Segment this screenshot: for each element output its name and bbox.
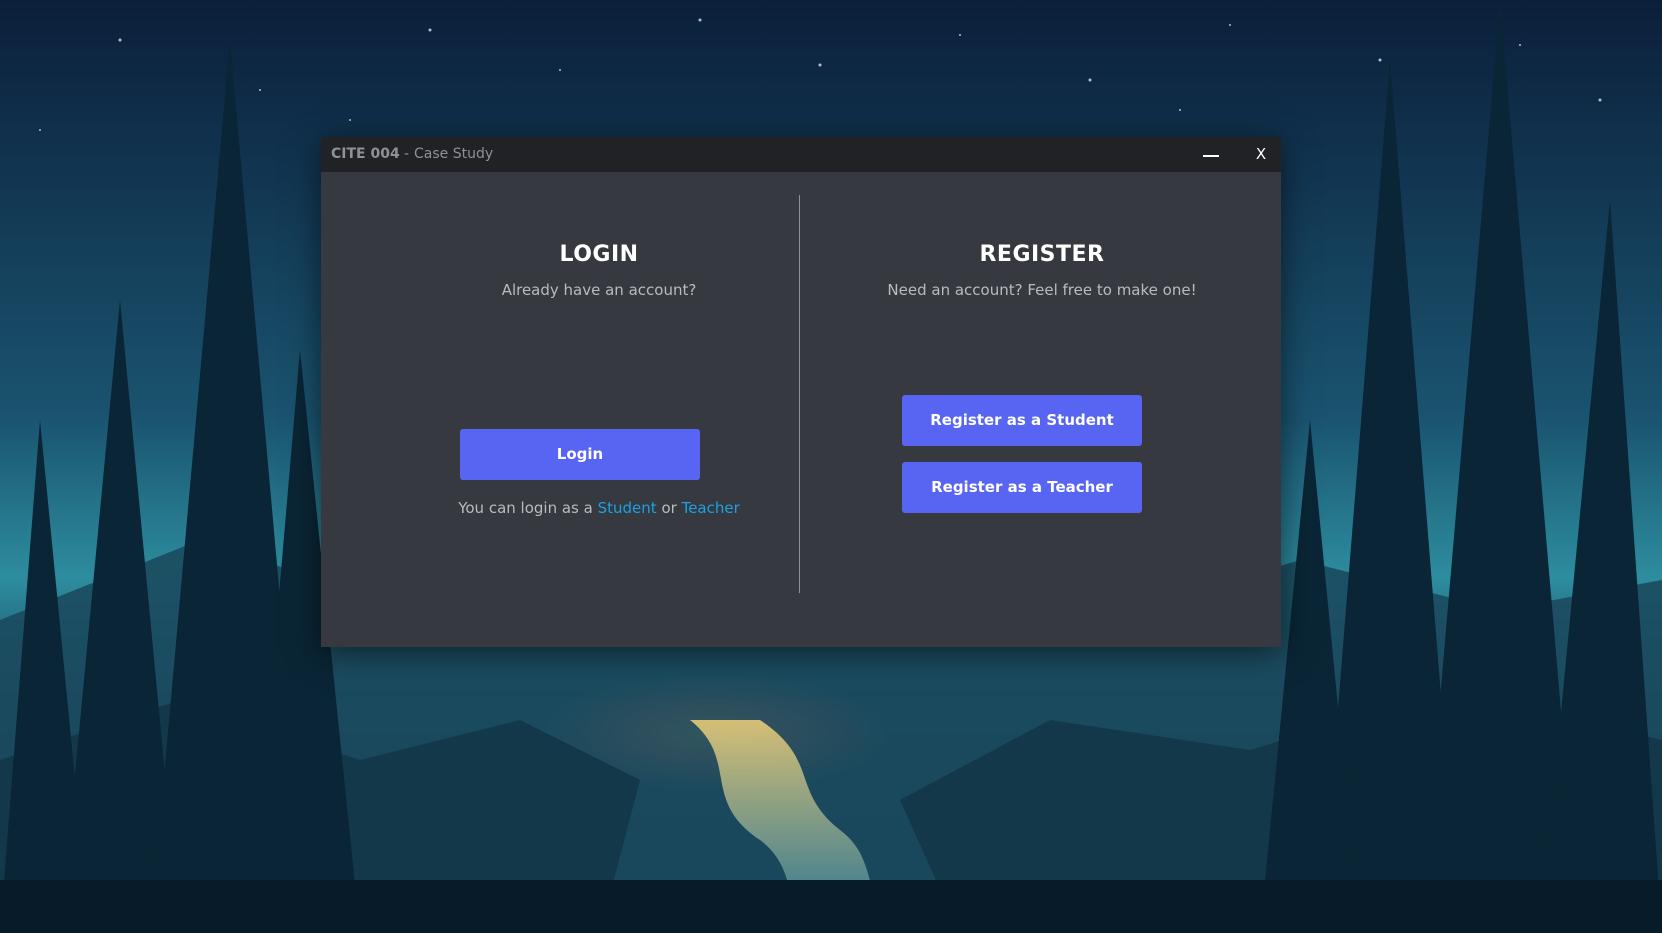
- minimize-icon: [1203, 155, 1219, 157]
- teacher-link[interactable]: Teacher: [682, 499, 740, 517]
- hint-or: or: [661, 499, 677, 517]
- title-bar[interactable]: CITE 004 - Case Study X: [321, 137, 1281, 172]
- title-separator: -: [404, 146, 410, 162]
- hint-prefix: You can login as a: [458, 499, 593, 517]
- app-title: CITE 004: [331, 146, 400, 162]
- panel-divider: [799, 195, 800, 593]
- register-student-button[interactable]: Register as a Student: [902, 395, 1142, 446]
- app-window: CITE 004 - Case Study X LOGIN Already ha…: [321, 137, 1281, 647]
- login-subtitle: Already have an account?: [501, 281, 697, 299]
- register-panel: REGISTER Need an account? Feel free to m…: [857, 242, 1227, 299]
- login-button[interactable]: Login: [460, 429, 700, 480]
- register-heading: REGISTER: [979, 242, 1105, 267]
- register-teacher-button[interactable]: Register as a Teacher: [902, 462, 1142, 513]
- login-hint: You can login as a Student or Teacher: [414, 499, 784, 517]
- login-heading: LOGIN: [559, 242, 639, 267]
- app-subtitle: Case Study: [414, 146, 494, 162]
- register-subtitle: Need an account? Feel free to make one!: [887, 281, 1197, 299]
- login-panel: LOGIN Already have an account?: [414, 242, 784, 299]
- student-link[interactable]: Student: [598, 499, 657, 517]
- minimize-button[interactable]: [1191, 137, 1231, 172]
- close-button[interactable]: X: [1241, 137, 1281, 172]
